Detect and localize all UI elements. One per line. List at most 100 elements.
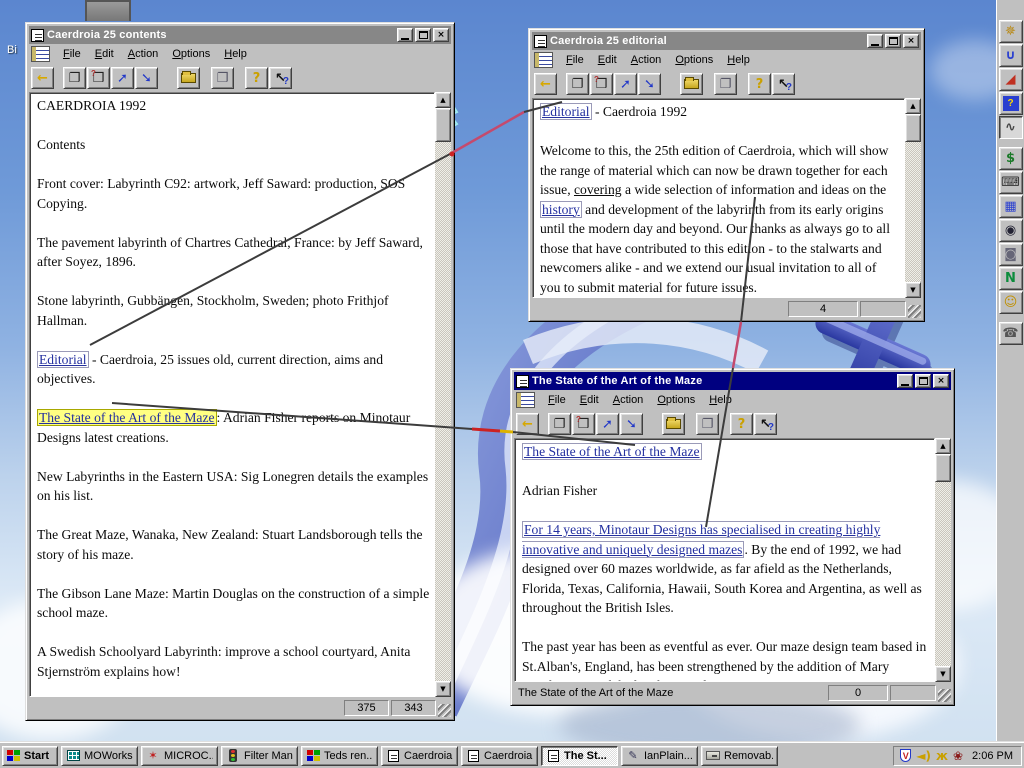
replace-pages-icon[interactable]: ❒?: [87, 67, 110, 89]
copy-pages-icon[interactable]: ❐: [566, 73, 589, 95]
keyboard-icon[interactable]: ⌨: [998, 171, 1023, 194]
menu-action[interactable]: Action: [606, 392, 651, 408]
virus-shield-icon[interactable]: V: [900, 749, 912, 762]
scroll-up-icon[interactable]: ▲: [905, 98, 921, 114]
close-button[interactable]: ×: [903, 34, 919, 48]
help-icon[interactable]: ?: [245, 67, 268, 89]
bug-icon[interactable]: ✵: [998, 20, 1023, 43]
clock[interactable]: 2:06 PM: [968, 750, 1013, 762]
task-button-the-st-[interactable]: The St...: [541, 745, 618, 766]
desktop-icon-fragment[interactable]: [85, 0, 131, 21]
exit-back-icon[interactable]: ←: [534, 73, 557, 95]
walking-man-icon[interactable]: ж: [936, 750, 948, 762]
menu-edit[interactable]: Edit: [591, 52, 624, 68]
handset-icon[interactable]: ☎: [998, 322, 1023, 345]
copy-icon[interactable]: ❐: [714, 73, 737, 95]
resize-grip[interactable]: [908, 305, 921, 318]
resize-grip[interactable]: [438, 704, 451, 717]
scroll-thumb[interactable]: [435, 108, 451, 142]
menu-options[interactable]: Options: [165, 46, 217, 62]
task-button-teds-ren-[interactable]: Teds ren...: [301, 745, 378, 766]
copy-icon[interactable]: ❐: [696, 413, 719, 435]
camera-icon[interactable]: ◉: [998, 219, 1023, 242]
menu-action[interactable]: Action: [121, 46, 166, 62]
notes-icon[interactable]: [534, 52, 553, 68]
maximize-button[interactable]: [915, 374, 931, 388]
help-icon[interactable]: ?: [730, 413, 753, 435]
scroll-down-icon[interactable]: ▼: [435, 681, 451, 697]
hyperlink[interactable]: Editorial: [540, 103, 592, 120]
menu-help[interactable]: Help: [720, 52, 757, 68]
help-icon[interactable]: ?: [748, 73, 771, 95]
scroll-down-icon[interactable]: ▼: [935, 666, 951, 682]
plug-icon[interactable]: ∿: [998, 116, 1023, 139]
shield-question-icon[interactable]: ?: [998, 92, 1023, 115]
link-out-icon[interactable]: ➚: [111, 67, 134, 89]
copy-pages-icon[interactable]: ❐: [548, 413, 571, 435]
task-button-removab-[interactable]: Removab...: [701, 745, 778, 766]
vertical-scrollbar[interactable]: ▲ ▼: [935, 438, 951, 682]
open-folder-icon[interactable]: [177, 67, 200, 89]
hyperlink[interactable]: history: [540, 200, 582, 218]
link-in-icon[interactable]: ➘: [638, 73, 661, 95]
replace-pages-icon[interactable]: ❒?: [590, 73, 613, 95]
close-button[interactable]: ×: [933, 374, 949, 388]
task-button-caerdroia-[interactable]: Caerdroia...: [461, 745, 538, 766]
task-button-moworks[interactable]: MOWorks: [61, 745, 138, 766]
copy-icon[interactable]: ❐: [211, 67, 234, 89]
notes-icon[interactable]: [31, 46, 50, 62]
task-button-filter-man-[interactable]: Filter Man...: [221, 745, 298, 766]
menu-options[interactable]: Options: [668, 52, 720, 68]
printer-icon[interactable]: ▦: [998, 195, 1023, 218]
scroll-thumb[interactable]: [905, 114, 921, 142]
titlebar[interactable]: Caerdroia 25 editorial ×: [532, 32, 921, 50]
stapler-icon[interactable]: ◢: [998, 68, 1023, 91]
context-help-icon[interactable]: ↖?: [772, 73, 795, 95]
resize-grip[interactable]: [938, 689, 951, 702]
link-in-icon[interactable]: ➘: [135, 67, 158, 89]
menu-file[interactable]: File: [56, 46, 88, 62]
app-doc-icon[interactable]: [516, 374, 529, 388]
menu-file[interactable]: File: [541, 392, 573, 408]
mouse-icon[interactable]: ◙: [998, 243, 1023, 266]
scroll-down-icon[interactable]: ▼: [905, 282, 921, 298]
menu-options[interactable]: Options: [650, 392, 702, 408]
flower-icon[interactable]: ❀: [953, 750, 963, 762]
app-doc-icon[interactable]: [534, 34, 547, 48]
link-in-icon[interactable]: ➘: [620, 413, 643, 435]
menu-help[interactable]: Help: [702, 392, 739, 408]
desktop-icon-label-fragment[interactable]: Bi: [7, 44, 17, 56]
hyperlink[interactable]: The State of the Art of the Maze: [37, 409, 217, 426]
close-button[interactable]: ×: [433, 28, 449, 42]
task-button-ianplain-[interactable]: ✎ IanPlain....: [621, 745, 698, 766]
exit-back-icon[interactable]: ←: [516, 413, 539, 435]
context-help-icon[interactable]: ↖?: [269, 67, 292, 89]
exit-back-icon[interactable]: ←: [31, 67, 54, 89]
open-folder-icon[interactable]: [662, 413, 685, 435]
scroll-up-icon[interactable]: ▲: [935, 438, 951, 454]
register-icon[interactable]: N: [998, 267, 1023, 290]
volume-icon[interactable]: ◄): [916, 750, 931, 762]
scroll-thumb[interactable]: [935, 454, 951, 482]
maximize-button[interactable]: [415, 28, 431, 42]
task-button-caerdroia-[interactable]: Caerdroia...: [381, 745, 458, 766]
minimize-button[interactable]: [867, 34, 883, 48]
menu-edit[interactable]: Edit: [88, 46, 121, 62]
vertical-scrollbar[interactable]: ▲ ▼: [435, 92, 451, 697]
menu-help[interactable]: Help: [217, 46, 254, 62]
hyperlink[interactable]: The State of the Art of the Maze: [522, 443, 702, 460]
titlebar[interactable]: Caerdroia 25 contents ×: [29, 26, 451, 44]
app-doc-icon[interactable]: [31, 28, 44, 42]
menu-edit[interactable]: Edit: [573, 392, 606, 408]
link-out-icon[interactable]: ➚: [614, 73, 637, 95]
task-button-microc-[interactable]: ✶ MICROC...: [141, 745, 218, 766]
replace-pages-icon[interactable]: ❒?: [572, 413, 595, 435]
clamp-icon[interactable]: ∪: [998, 44, 1023, 67]
hyperlink[interactable]: Editorial: [37, 350, 89, 368]
menu-action[interactable]: Action: [624, 52, 669, 68]
smiley-hand-icon[interactable]: ☺: [998, 291, 1023, 314]
minimize-button[interactable]: [397, 28, 413, 42]
money-disk-icon[interactable]: $: [998, 147, 1023, 170]
copy-pages-icon[interactable]: ❐: [63, 67, 86, 89]
hyperlink[interactable]: covering: [574, 182, 622, 197]
